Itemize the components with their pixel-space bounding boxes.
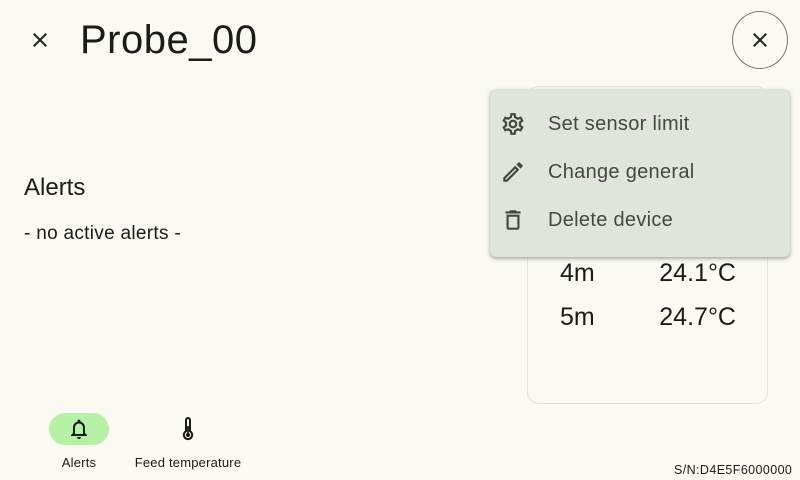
nav-item-alerts[interactable]: Alerts (48, 413, 110, 472)
page-title: Probe_00 (80, 18, 258, 62)
bell-icon (71, 419, 87, 439)
reading-time: 5m (560, 303, 595, 331)
nav-indicator (158, 413, 218, 445)
reading-row: 4m 24.1°C (560, 257, 736, 289)
reading-row: 5m 24.7°C (560, 301, 736, 333)
reading-time: 4m (560, 259, 595, 287)
menu-item-change-general[interactable]: Change general (490, 148, 790, 196)
reading-value: 24.1°C (659, 259, 736, 287)
menu-item-label: Set sensor limit (548, 112, 690, 135)
menu-item-label: Delete device (548, 208, 674, 231)
menu-item-set-sensor-limit[interactable]: Set sensor limit (490, 100, 790, 148)
reading-value: 24.7°C (659, 303, 736, 331)
trash-icon (500, 207, 526, 233)
alerts-empty-text: - no active alerts - (24, 223, 181, 244)
close-icon (33, 33, 47, 47)
pencil-icon (500, 159, 526, 185)
close-menu-button[interactable] (732, 11, 788, 69)
nav-label: Feed temperature (134, 455, 242, 470)
menu-item-label: Change general (548, 160, 695, 183)
thermometer-icon (182, 417, 194, 441)
nav-item-feed-temperature[interactable]: Feed temperature (128, 413, 248, 472)
options-menu: Set sensor limit Change general Delete d… (490, 89, 790, 257)
nav-label: Alerts (61, 455, 97, 470)
serial-number: S/N:D4E5F6000000 (674, 463, 793, 477)
nav-indicator (49, 413, 109, 445)
menu-item-delete-device[interactable]: Delete device (490, 196, 790, 244)
close-button[interactable] (20, 20, 60, 60)
alerts-heading: Alerts (24, 174, 86, 201)
close-icon (753, 33, 767, 47)
gear-icon (500, 111, 526, 137)
